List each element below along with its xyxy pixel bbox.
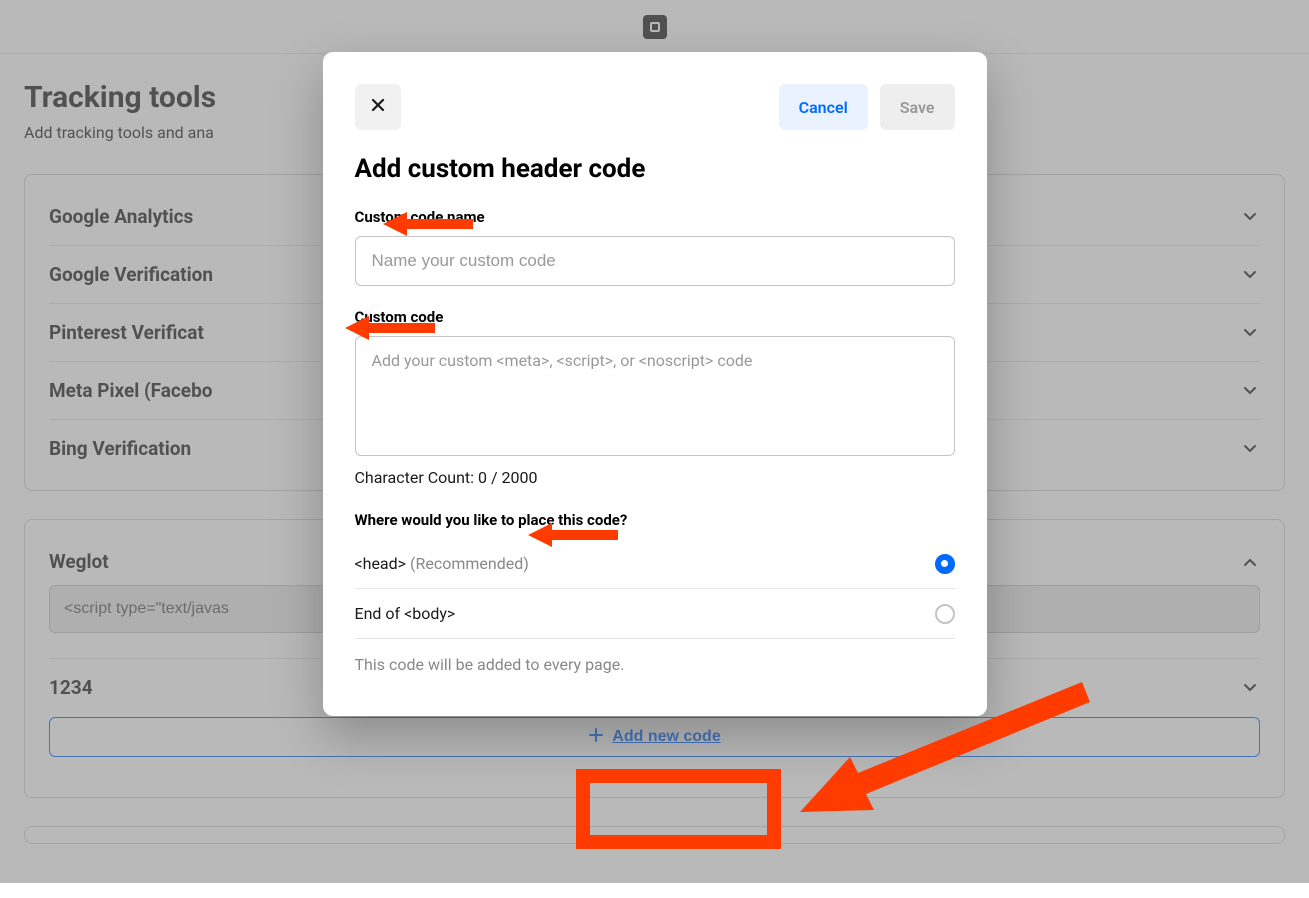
- placement-head-option[interactable]: <head> (Recommended): [355, 539, 955, 589]
- radio-checked-icon: [935, 554, 955, 574]
- custom-code-textarea[interactable]: [355, 336, 955, 456]
- save-button[interactable]: Save: [880, 84, 955, 130]
- custom-code-name-label: Custom code name: [355, 208, 955, 226]
- placement-body-text: End of <body>: [355, 604, 456, 623]
- add-custom-code-modal: Cancel Save Add custom header code Custo…: [323, 52, 987, 716]
- modal-title: Add custom header code: [355, 154, 955, 184]
- modal-overlay: Cancel Save Add custom header code Custo…: [0, 0, 1309, 883]
- custom-code-name-input[interactable]: [355, 236, 955, 286]
- character-count: Character Count: 0 / 2000: [355, 468, 955, 487]
- placement-helper-text: This code will be added to every page.: [355, 655, 955, 674]
- placement-body-option[interactable]: End of <body>: [355, 589, 955, 639]
- close-button[interactable]: [355, 84, 401, 130]
- cancel-button[interactable]: Cancel: [779, 84, 868, 130]
- placement-label: Where would you like to place this code?: [355, 511, 955, 529]
- placement-head-hint: (Recommended): [410, 554, 529, 573]
- custom-code-label: Custom code: [355, 308, 955, 326]
- placement-head-text: <head>: [355, 554, 411, 573]
- radio-unchecked-icon: [935, 604, 955, 624]
- close-icon: [370, 97, 386, 117]
